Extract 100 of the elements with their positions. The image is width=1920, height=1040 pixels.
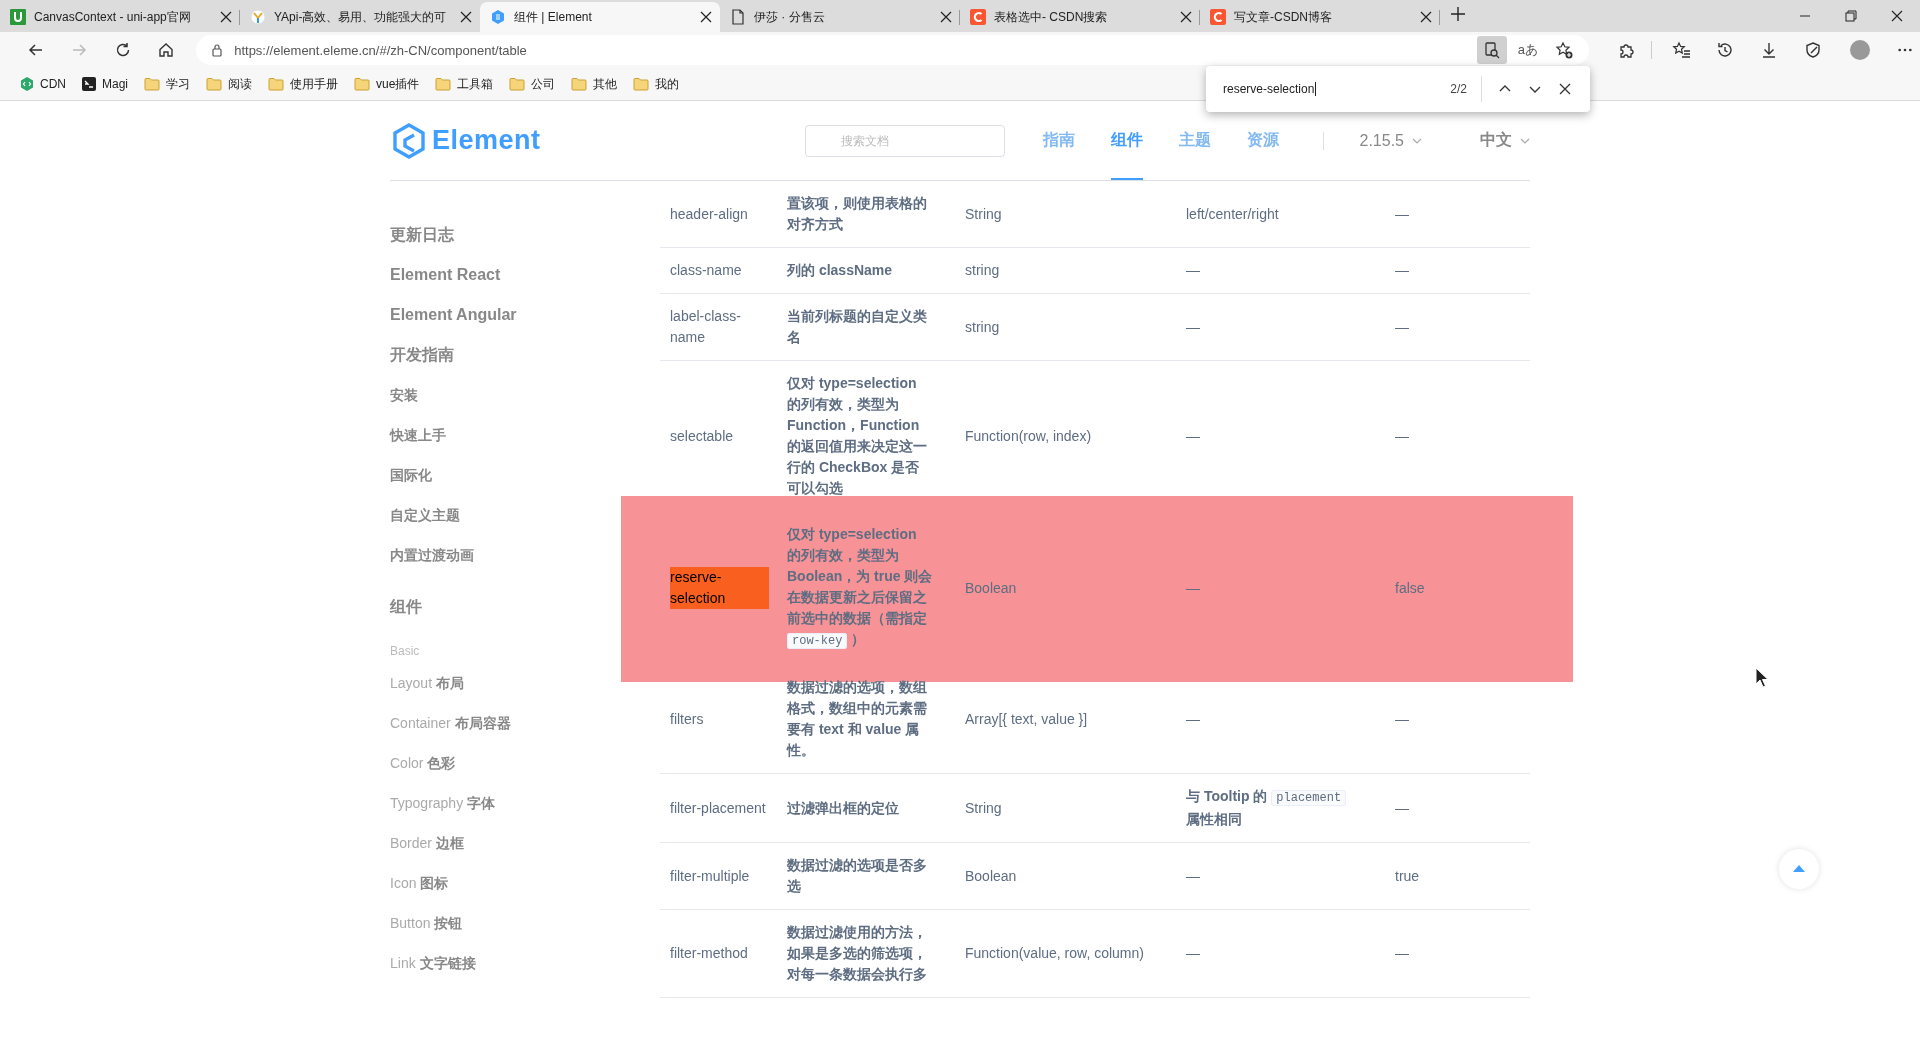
description-text: 仅对 type=selection 的列有效，类型为 Boolean，为 true 则会在数据更新之后保留之前选中的数据（需指定 row-key ） [787,525,933,651]
param-name: filter-method [670,944,749,963]
options-text: — [1186,866,1201,886]
site-icon [970,9,986,25]
options-text: — [1186,317,1201,337]
sidebar-link[interactable]: Layout 布局 [390,663,464,703]
tab-close-button[interactable] [1418,9,1434,25]
site-icon [82,77,96,91]
description-text: 置该项，则使用表格的对齐方式 [787,194,928,234]
mouse-cursor-icon [1755,667,1769,689]
tab-close-button[interactable] [698,9,714,25]
star-plus-icon [1554,41,1573,59]
tab-close-button[interactable] [218,9,234,25]
default-value: false [1395,578,1426,598]
browser-tab[interactable]: 组件 | Element [480,2,720,32]
tab-close-button[interactable] [938,9,954,25]
browser-tab[interactable]: CanvasContext - uni-app官网 [0,2,240,32]
param-name: filters [670,709,705,729]
sidebar-link[interactable]: 自定义主题 [390,495,460,535]
document-search-icon [1482,41,1501,59]
description-text: 数据过滤的选项是否多选 [787,856,928,896]
sidebar-link[interactable]: Typography 字体 [390,783,496,823]
default-value: — [1395,204,1410,224]
folder-icon [206,77,222,91]
bookmark-link[interactable]: 使用手册 [262,72,344,96]
bookmark-link[interactable]: 工具箱 [429,72,500,96]
browser-tab[interactable]: 表格选中- CSDN搜索 [960,2,1200,32]
nav-link[interactable]: 组件 [1110,101,1143,180]
bookmark-link[interactable]: 公司 [503,72,562,96]
param-name: class-name [670,261,743,280]
site-icon [20,77,34,91]
sidebar-link[interactable]: Icon 图标 [390,863,449,903]
description-text: 列的 className [787,261,894,280]
history-icon [1715,41,1734,59]
bookmark-link[interactable]: 学习 [138,72,196,96]
bookmark-link[interactable]: 阅读 [200,72,258,96]
sidebar-link[interactable]: 安装 [390,375,418,415]
default-value: — [1395,944,1410,963]
home-icon [157,41,176,59]
nav-link[interactable]: 主题 [1178,101,1211,180]
sidebar-link[interactable]: Button 按钮 [390,903,463,943]
browser-tab[interactable]: YApi-高效、易用、功能强大的可 [240,2,480,32]
description-text: 过滤弹出框的定位 [787,798,900,818]
default-value: — [1395,426,1410,446]
description-text: 数据过滤使用的方法，如果是多选的筛选项，对每一条数据会执行多 [787,923,928,984]
address-field[interactable]: https://element.eleme.cn/#/zh-CN/component/table [234,42,1471,58]
sidebar-link[interactable]: 内置过渡动画 [390,535,474,575]
sidebar-link[interactable]: 国际化 [390,455,432,495]
close-icon [218,9,234,25]
default-value: — [1395,317,1410,337]
param-name: filter-multiple [670,866,751,886]
browser-tab[interactable]: 伊莎 · 分售云 [720,2,960,32]
bookmark-link[interactable]: CDN [14,72,72,96]
sidebar-link[interactable]: 更新日志 [390,215,454,255]
sidebar-link[interactable]: Element React [390,255,501,295]
back-to-top-button[interactable] [1779,849,1819,889]
logo-text: Element [432,125,541,156]
sidebar-link[interactable]: Link 文字链接 [390,943,476,983]
param-name: label-class-name [670,307,742,347]
type-text: Function(row, index) [965,426,1093,446]
page-icon [730,9,746,25]
restore-icon [1844,9,1858,23]
close-icon [938,9,954,25]
sidebar-link[interactable]: 开发指南 [390,335,454,375]
browser-tab[interactable]: 写文章-CSDN博客 [1200,2,1440,32]
type-text: Function(value, row, column) [965,944,1145,963]
type-text: Array[{ text, value }] [965,709,1089,729]
version-select[interactable]: 2.15.5 [1359,131,1404,150]
bookmark-link[interactable]: 我的 [627,72,686,96]
param-name: header-align [670,204,749,224]
caret-up-icon [1793,865,1805,873]
logo-icon [390,121,428,160]
search-field[interactable]: 搜索文档 [804,124,1005,157]
sidebar-link[interactable]: 快速上手 [390,415,446,455]
nav-link[interactable]: 指南 [1042,101,1075,180]
site-icon [10,9,26,25]
options-text: — [1186,261,1201,280]
site-icon [1210,9,1226,25]
tab-close-button[interactable] [458,9,474,25]
default-value: — [1395,709,1410,729]
options-text: — [1186,709,1201,729]
sidebar-link[interactable]: Border 边框 [390,823,464,863]
tab-close-button[interactable] [1178,9,1194,25]
type-text: Boolean [965,866,1018,886]
bookmark-link[interactable]: vue插件 [348,72,426,96]
folder-icon [354,77,370,91]
immersive-reader-button[interactable]: aあ [1512,36,1543,64]
sidebar-link[interactable]: Container 布局容器 [390,703,511,743]
profile-avatar[interactable] [1849,40,1870,60]
folder-icon [435,77,452,91]
language-select[interactable]: 中文 [1480,130,1512,151]
bookmark-link[interactable]: Magi [76,72,134,96]
param-name: reserve-selection [670,567,769,609]
sidebar-link[interactable]: Element Angular [390,295,517,335]
page-find-button[interactable] [1476,36,1507,64]
sidebar-heading: 组件 [390,597,422,617]
default-value: true [1395,866,1421,886]
sidebar-link[interactable]: Color 色彩 [390,743,456,783]
type-text: String [965,204,1003,224]
bookmark-link[interactable]: 其他 [565,72,624,96]
